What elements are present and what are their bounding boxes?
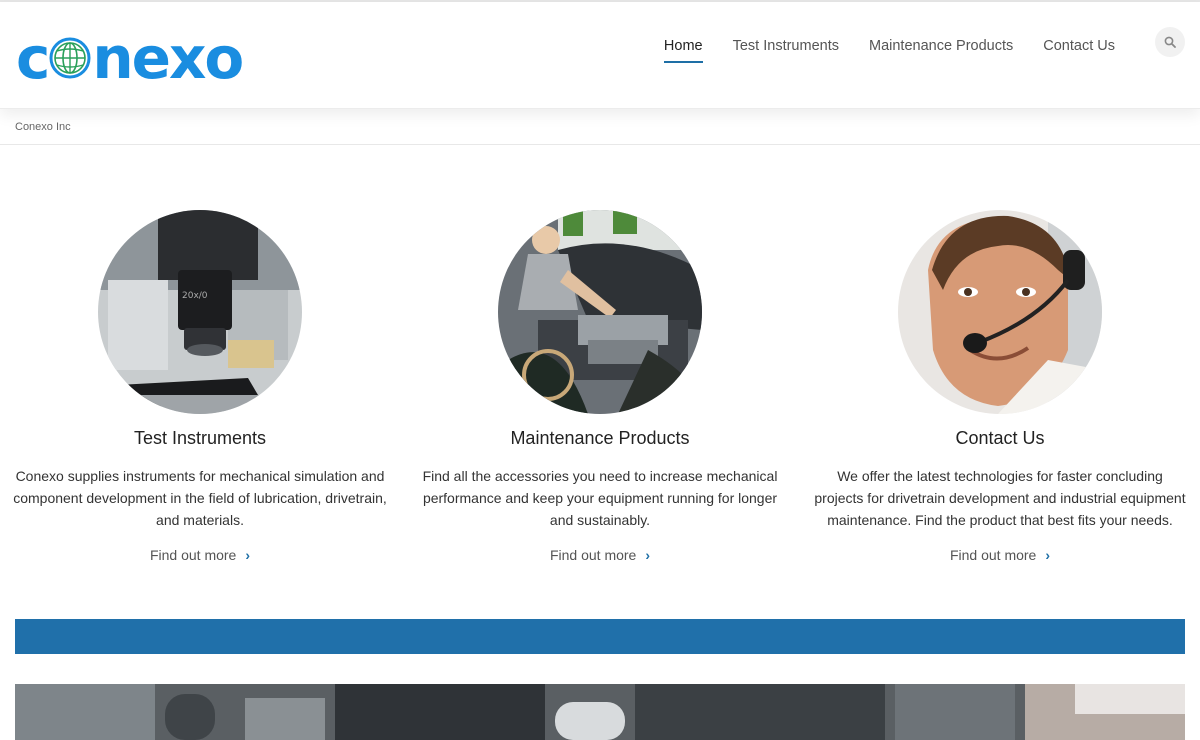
contact-us-image[interactable] [898,210,1102,414]
feature-description: Find all the accessories you need to inc… [422,468,778,528]
breadcrumb[interactable]: Conexo Inc [15,121,71,133]
feature-maintenance-products: Maintenance Products Find all the access… [410,210,790,565]
main-nav: Home Test Instruments Maintenance Produc… [649,30,1130,63]
logo[interactable]: c nexo [16,24,244,92]
breadcrumb-bar: Conexo Inc [0,110,1200,145]
chevron-right-icon: › [1045,547,1051,563]
blue-banner [15,619,1185,654]
engine-illustration [498,210,702,414]
chevron-right-icon: › [645,547,651,563]
logo-text-right: nexo [92,24,244,92]
feature-title: Test Instruments [133,428,267,448]
test-instruments-image[interactable]: 20x/0 [98,210,302,414]
headset-agent-illustration [898,210,1102,414]
feature-description: We offer the latest technologies for fas… [814,468,1186,528]
find-out-more-link[interactable]: Find out more › [150,547,250,563]
logo-wordmark: c nexo [16,24,244,92]
svg-text:20x/0: 20x/0 [182,291,208,301]
globe-icon [49,37,91,79]
link-label: Find out more [149,547,237,563]
search-button[interactable] [1155,27,1185,57]
feature-test-instruments: 20x/0 Test Instruments Conexo supplies i… [10,210,390,565]
nav-test-instruments[interactable]: Test Instruments [718,30,854,63]
feature-title: Contact Us [955,428,1045,448]
maintenance-products-image[interactable] [498,210,702,414]
feature-description: Conexo supplies instruments for mechanic… [13,468,387,528]
link-label: Find out more [549,547,637,563]
chevron-right-icon: › [245,547,251,563]
industrial-machinery-illustration [15,684,1185,740]
logo-text-left: c [16,24,50,92]
link-label: Find out more [949,547,1037,563]
nav-maintenance-products[interactable]: Maintenance Products [854,30,1028,63]
site-header: c nexo Home Test Instruments Maintenance… [0,2,1200,109]
nav-home[interactable]: Home [649,30,718,63]
search-icon [1164,36,1176,48]
feature-contact-us: Contact Us We offer the latest technolog… [810,210,1190,565]
industrial-hero-image [15,684,1185,740]
microscope-illustration: 20x/0 [98,210,302,414]
nav-contact-us[interactable]: Contact Us [1028,30,1130,63]
find-out-more-link[interactable]: Find out more › [550,547,650,563]
feature-title: Maintenance Products [510,428,690,448]
find-out-more-link[interactable]: Find out more › [950,547,1050,563]
